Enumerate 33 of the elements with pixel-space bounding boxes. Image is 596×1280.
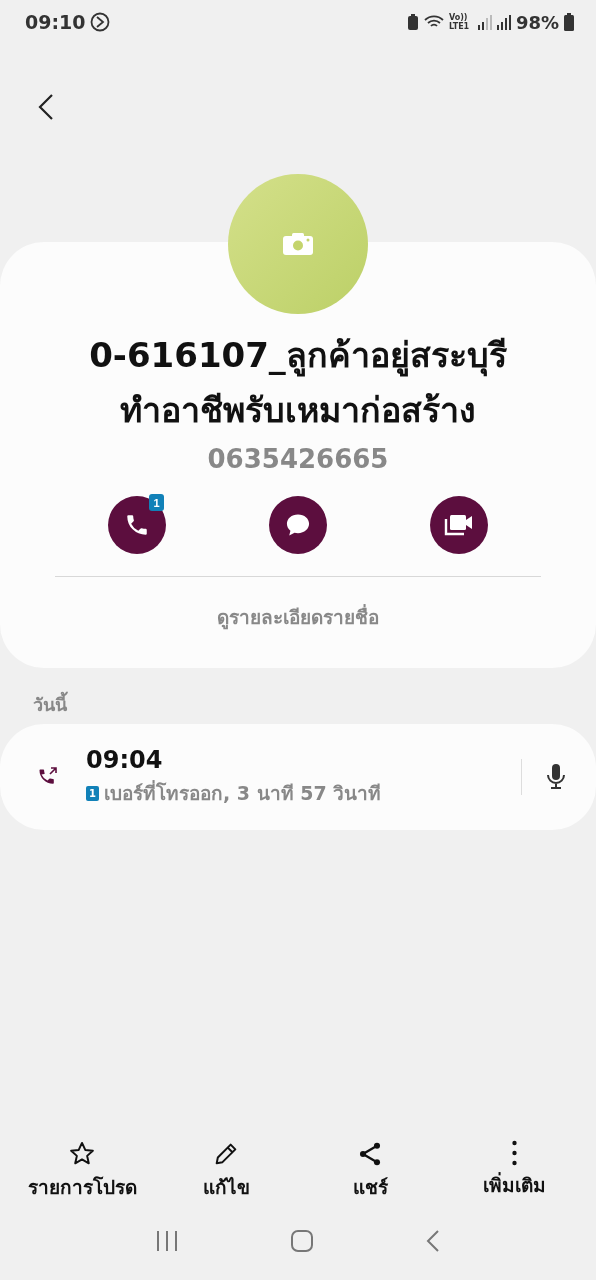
sim-badge: 1 — [86, 785, 99, 801]
share-button[interactable]: แชร์ — [300, 1140, 440, 1202]
contact-name: 0-616107_ลูกค้าอยู่สระบุรี — [89, 334, 507, 379]
status-time: 09:10 — [25, 11, 86, 33]
call-detail: เบอร์ที่โทรออก, 3 นาที 57 วินาที — [104, 779, 382, 806]
back-icon[interactable] — [424, 1229, 441, 1253]
camera-icon — [283, 233, 313, 255]
video-call-button[interactable] — [430, 496, 488, 554]
more-button[interactable]: เพิ่มเติม — [444, 1140, 584, 1202]
battery-icon — [564, 13, 574, 31]
phone-icon — [124, 512, 150, 538]
section-heading: วันนี้ — [0, 668, 596, 724]
microphone-button[interactable] — [546, 763, 566, 791]
microphone-icon — [546, 763, 566, 791]
call-time: 09:04 — [86, 746, 164, 774]
phone-number: 0635426665 — [207, 444, 389, 474]
video-camera-icon — [444, 512, 474, 538]
sim-badge: 1 — [149, 494, 164, 511]
call-button[interactable]: 1 — [108, 496, 166, 554]
battery-percent: 98% — [515, 11, 559, 33]
message-button[interactable] — [269, 496, 327, 554]
recent-apps-icon[interactable] — [155, 1229, 180, 1253]
contact-name: ทำอาชีพรับเหมาก่อสร้าง — [120, 389, 476, 432]
play-circle-icon — [90, 12, 111, 32]
battery-saver-icon — [406, 14, 419, 30]
signal-icon — [477, 14, 492, 30]
star-button[interactable]: รายการโปรด — [12, 1140, 152, 1202]
edit-button[interactable]: แก้ไข — [156, 1140, 296, 1202]
home-icon[interactable] — [290, 1229, 314, 1253]
signal-icon — [496, 14, 511, 30]
network-label: Vo)) LTE1 — [448, 13, 471, 31]
more-icon — [511, 1140, 517, 1166]
call-log-entry[interactable]: 09:04 1 เบอร์ที่โทรออก, 3 นาที 57 วินาที — [0, 724, 596, 830]
